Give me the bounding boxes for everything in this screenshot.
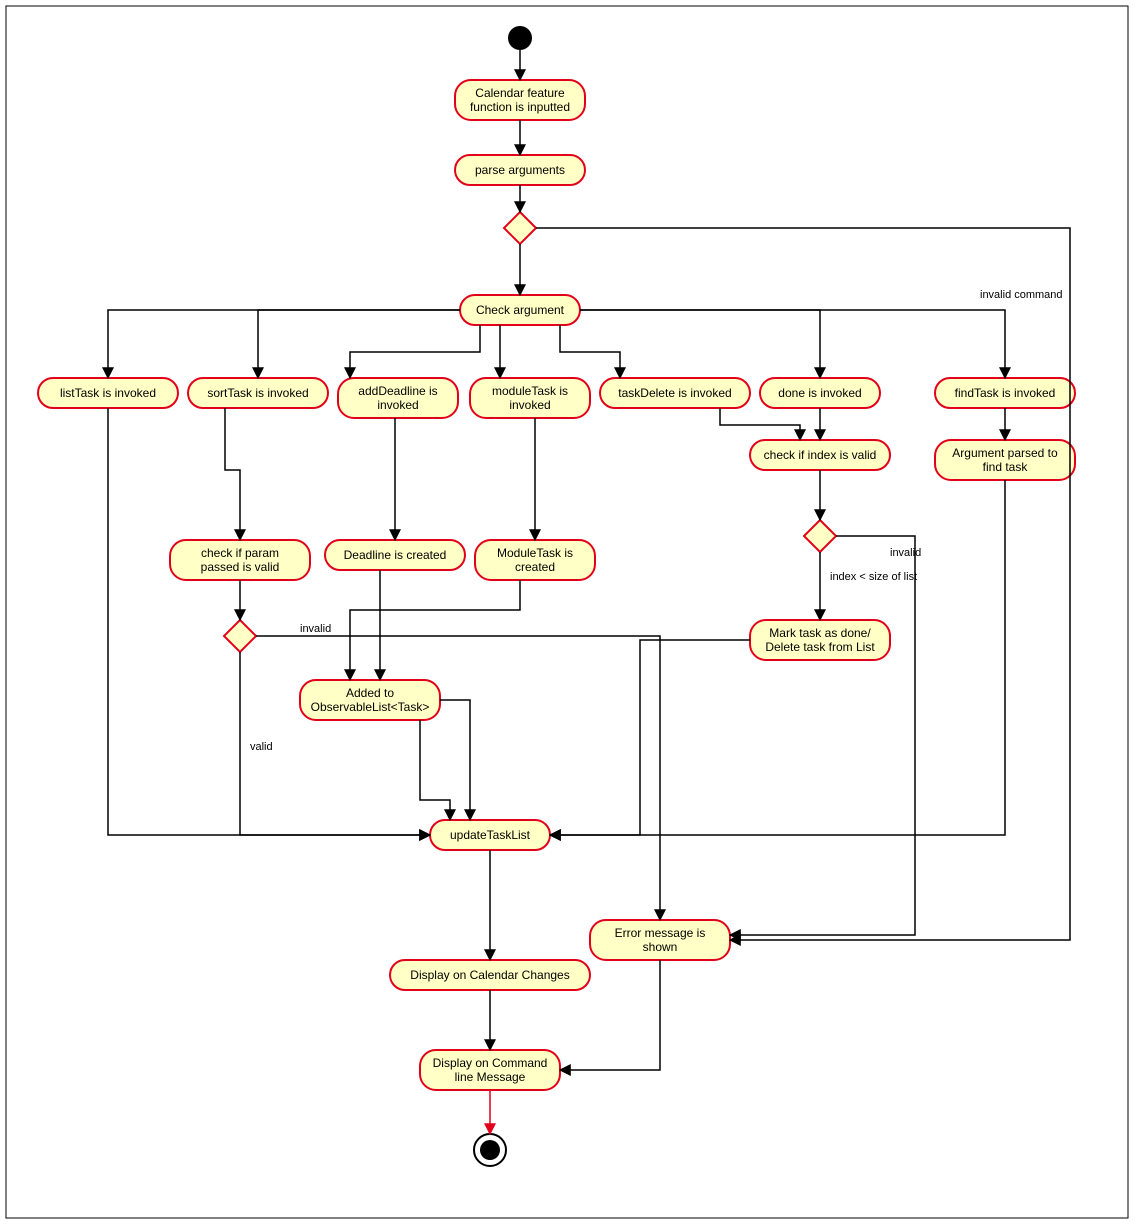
node-moduleTask: moduleTask is invoked (470, 378, 590, 418)
edge (108, 310, 460, 378)
edge (258, 310, 460, 378)
node-label: updateTaskList (450, 828, 531, 842)
node-listTask: listTask is invoked (38, 378, 178, 408)
edge (720, 408, 800, 440)
edge (560, 325, 620, 378)
node-label: line Message (455, 1070, 526, 1084)
edge-label: invalid (300, 623, 331, 635)
node-label: check if index is valid (764, 448, 877, 462)
end-node (474, 1134, 506, 1166)
edge (580, 310, 1005, 378)
edge (108, 408, 430, 835)
node-label: done is invoked (778, 386, 861, 400)
node-label: Delete task from List (765, 640, 875, 654)
node-label: Display on Command (433, 1056, 548, 1070)
node-findTask: findTask is invoked (935, 378, 1075, 408)
node-label: check if param (201, 546, 279, 560)
edge (550, 640, 750, 835)
node-label: taskDelete is invoked (618, 386, 731, 400)
edge (350, 570, 380, 680)
edge (380, 580, 520, 680)
node-updateTaskList: updateTaskList (430, 820, 550, 850)
node-label: Argument parsed to (952, 446, 1058, 460)
node-label: Check argument (476, 303, 565, 317)
node-error-msg: Error message is shown (590, 920, 730, 960)
edge-label: invalid (890, 547, 921, 559)
node-done: done is invoked (760, 378, 880, 408)
decision-param (224, 620, 256, 652)
edge-label: index < size of list (830, 571, 917, 583)
node-label: parse arguments (475, 163, 565, 177)
edge (225, 408, 240, 540)
node-label: ObservableList<Task> (311, 700, 430, 714)
node-label: Error message is (615, 926, 706, 940)
diagram-frame (6, 6, 1128, 1218)
node-label: Added to (346, 686, 394, 700)
node-label: created (515, 560, 555, 574)
edge (420, 720, 450, 820)
node-label: Deadline is created (344, 548, 447, 562)
edge (580, 310, 820, 378)
node-sortTask: sortTask is invoked (188, 378, 328, 408)
node-check-index: check if index is valid (750, 440, 890, 470)
edge-label: valid (250, 741, 273, 753)
node-display-cmd: Display on Command line Message (420, 1050, 560, 1090)
node-moduleTask-created: ModuleTask is created (475, 540, 595, 580)
edge-label: invalid command (980, 289, 1063, 301)
edge (730, 536, 915, 935)
node-label: function is inputted (470, 100, 570, 114)
node-label: moduleTask is (492, 384, 568, 398)
node-arg-parsed-find: Argument parsed to find task (935, 440, 1075, 480)
node-deadline-created: Deadline is created (325, 540, 465, 570)
node-label: find task (983, 460, 1029, 474)
node-check-argument: Check argument (460, 295, 580, 325)
node-label: ModuleTask is (497, 546, 573, 560)
node-check-param: check if param passed is valid (170, 540, 310, 580)
node-label: invoked (377, 398, 418, 412)
node-display-cal: Display on Calendar Changes (390, 960, 590, 990)
edge (440, 700, 470, 820)
decision-index (804, 520, 836, 552)
node-label: invoked (509, 398, 550, 412)
start-node (508, 26, 532, 50)
node-calendar-feature: Calendar feature function is inputted (455, 80, 585, 120)
node-label: addDeadline is (358, 384, 437, 398)
edge-invalid-command (536, 228, 1070, 940)
node-added-obs: Added to ObservableList<Task> (300, 680, 440, 720)
decision-after-parse (504, 212, 536, 244)
node-label: Display on Calendar Changes (410, 968, 569, 982)
node-label: listTask is invoked (60, 386, 156, 400)
node-mark-delete: Mark task as done/ Delete task from List (750, 620, 890, 660)
node-taskDelete: taskDelete is invoked (600, 378, 750, 408)
node-label: Mark task as done/ (769, 626, 871, 640)
edge (256, 636, 660, 920)
node-label: findTask is invoked (955, 386, 1056, 400)
node-addDeadline: addDeadline is invoked (338, 378, 458, 418)
node-label: sortTask is invoked (207, 386, 308, 400)
activity-diagram: Calendar feature function is inputted pa… (0, 0, 1134, 1224)
node-label: shown (643, 940, 678, 954)
node-parse-args: parse arguments (455, 155, 585, 185)
node-label: passed is valid (201, 560, 280, 574)
node-label: Calendar feature (475, 86, 565, 100)
edge (350, 325, 480, 378)
